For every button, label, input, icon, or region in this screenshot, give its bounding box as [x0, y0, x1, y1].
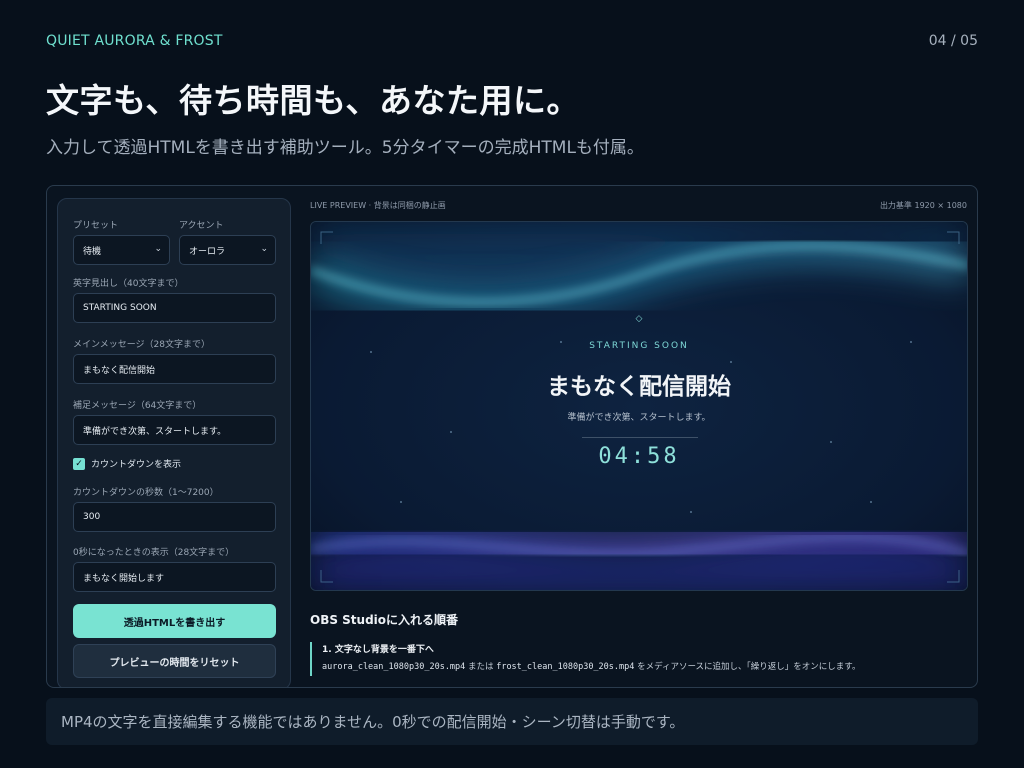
reset-preview-button[interactable]: プレビューの時間をリセット — [73, 644, 276, 678]
page-subheadline: 入力して透過HTMLを書き出す補助ツール。5分タイマーの完成HTMLも付属。 — [46, 138, 644, 158]
brand-title: QUIET AURORA & FROST — [46, 33, 223, 49]
app-window: プリセット 待機 ⌄ アクセント オーロラ ⌄ 英字見出し（40文字まで） ST… — [46, 185, 978, 688]
obs-step-1-text: aurora_clean_1080p30_20s.mp4 または frost_c… — [322, 660, 860, 672]
filename-frost: frost_clean_1080p30_20s.mp4 — [496, 662, 635, 672]
eyebrow-input[interactable]: STARTING SOON — [73, 293, 276, 323]
step-rest-text: をメディアソースに追加し、「繰り返し」をオンにします。 — [634, 662, 861, 672]
sub-message-input[interactable]: 準備ができ次第、スタートします。 — [73, 415, 276, 445]
filename-aurora: aurora_clean_1080p30_20s.mp4 — [322, 662, 466, 672]
aurora-background — [311, 222, 967, 590]
accent-select[interactable]: オーロラ ⌄ — [179, 235, 276, 265]
export-html-button[interactable]: 透過HTMLを書き出す — [73, 604, 276, 638]
page-number: 04 / 05 — [928, 33, 978, 49]
preview-main-message: まもなく配信開始 — [547, 374, 731, 400]
preview-countdown-timer: 04:58 — [598, 444, 680, 469]
sub-message-label: 補足メッセージ（64文字まで） — [73, 401, 202, 411]
live-preview: ◇ STARTING SOON まもなく配信開始 準備ができ次第、スタートします… — [310, 221, 968, 591]
chevron-down-icon: ⌄ — [154, 244, 162, 254]
preview-label: LIVE PREVIEW · 背景は同梱の静止画 — [310, 201, 446, 210]
main-message-label: メインメッセージ（28文字まで） — [73, 340, 211, 350]
preset-select-value: 待機 — [83, 246, 102, 257]
step-or-text: または — [465, 662, 497, 672]
countdown-checkbox-row[interactable]: ✓ カウントダウンを表示 — [73, 457, 181, 470]
seconds-label: カウントダウンの秒数（1〜7200） — [73, 488, 219, 498]
page-headline: 文字も、待ち時間も、あなた用に。 — [46, 81, 581, 120]
diamond-icon: ◇ — [635, 314, 643, 324]
footer-note: MP4の文字を直接編集する機能ではありません。0秒での配信開始・シーン切替は手動… — [46, 698, 978, 745]
eyebrow-label: 英字見出し（40文字まで） — [73, 279, 184, 289]
obs-step-1-title: 1. 文字なし背景を一番下へ — [322, 645, 434, 655]
countdown-checkbox[interactable]: ✓ — [73, 457, 85, 470]
preview-divider — [582, 437, 698, 438]
zero-display-input[interactable]: まもなく開始します — [73, 562, 276, 592]
countdown-checkbox-label: カウントダウンを表示 — [91, 460, 182, 470]
preset-select[interactable]: 待機 ⌄ — [73, 235, 170, 265]
preview-eyebrow: STARTING SOON — [589, 341, 689, 351]
obs-steps-title: OBS Studioに入れる順番 — [310, 613, 459, 627]
chevron-down-icon: ⌄ — [260, 244, 268, 254]
obs-step-1: 1. 文字なし背景を一番下へ aurora_clean_1080p30_20s.… — [310, 642, 860, 676]
zero-display-label: 0秒になったときの表示（28文字まで） — [73, 548, 235, 558]
preset-label: プリセット — [73, 221, 119, 231]
settings-panel: プリセット 待機 ⌄ アクセント オーロラ ⌄ 英字見出し（40文字まで） ST… — [57, 198, 291, 687]
preview-sub-message: 準備ができ次第、スタートします。 — [567, 413, 711, 423]
accent-select-value: オーロラ — [189, 246, 226, 257]
main-message-input[interactable]: まもなく配信開始 — [73, 354, 276, 384]
output-resolution: 出力基準 1920 × 1080 — [879, 201, 967, 210]
accent-label: アクセント — [179, 221, 224, 231]
seconds-input[interactable]: 300 — [73, 502, 276, 532]
